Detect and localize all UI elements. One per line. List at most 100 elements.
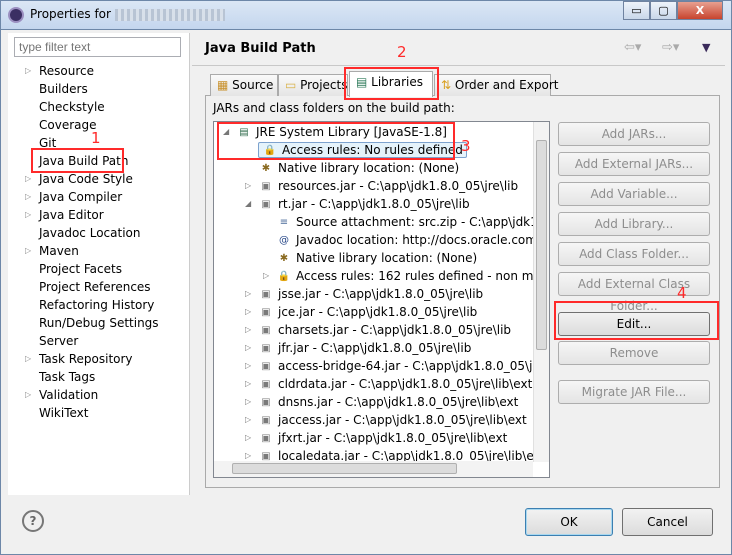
separator [192,65,725,66]
tree-row[interactable]: ▷ 🔒 Access rules: 162 rules defined - non … [263,267,549,285]
annotation-box-4 [554,301,719,340]
expand-icon[interactable]: ▷ [25,62,31,80]
tree-row[interactable]: ▷ ▣ access-bridge-64.jar - C:\app\jdk1.8.0… [245,357,549,375]
add-class-folder-button[interactable]: Add Class Folder... [558,242,710,266]
expand-icon[interactable]: ▷ [245,303,251,321]
expand-icon[interactable]: ▷ [245,411,251,429]
redacted-project-name [114,8,225,21]
remove-button[interactable]: Remove [558,341,710,365]
expand-icon[interactable]: ▷ [245,375,251,393]
nav-item[interactable]: Run/Debug Settings [39,314,159,332]
tree-row[interactable]: ▷ ▣ jfxrt.jar - C:\app\jdk1.8.0_05\jre\lib… [245,429,507,447]
expand-icon[interactable]: ▷ [25,188,31,206]
tree-row[interactable]: ◢ ▣ rt.jar - C:\app\jdk1.8.0_05\jre\lib [245,195,470,213]
tree-row[interactable]: ▷ ▣ cldrdata.jar - C:\app\jdk1.8.0_05\jre\… [245,375,532,393]
add-external-jars-button[interactable]: Add External JARs... [558,152,710,176]
nav-item-label: Validation [39,388,99,402]
forward-icon[interactable]: ⇨▾ [662,40,679,55]
nav-item[interactable]: ▷ Validation [25,386,99,404]
tree-row[interactable]: ✱ Native library location: (None) [276,249,477,267]
tree-row[interactable]: ▷ ▣ jaccess.jar - C:\app\jdk1.8.0_05\jre\l… [245,411,527,429]
close-button[interactable]: X [677,1,723,20]
nav-item[interactable]: Project References [39,278,151,296]
expand-icon[interactable]: ▷ [25,206,31,224]
expand-icon[interactable]: ▷ [245,429,251,447]
expand-icon[interactable]: ▷ [245,339,251,357]
filter-input[interactable] [14,37,181,57]
expand-icon[interactable]: ▷ [245,285,251,303]
tree-row[interactable]: ▷ ▣ charsets.jar - C:\app\jdk1.8.0_05\jre\… [245,321,511,339]
help-icon[interactable]: ? [22,510,44,532]
add-jars-button[interactable]: Add JARs... [558,122,710,146]
nav-item[interactable]: Javadoc Location [39,224,140,242]
horizontal-scrollbar[interactable] [214,461,533,477]
annotation-label-4: 4 [677,284,687,302]
add-external-class-folder-button[interactable]: Add External Class Folder... [558,272,710,313]
tab-label: Source [232,78,274,92]
nav-item-label: Project References [39,280,151,294]
nav-item-label: Refactoring History [39,298,155,312]
order-icon: ⇅ [441,78,455,92]
cancel-button[interactable]: Cancel [622,508,713,536]
expand-icon[interactable]: ▷ [245,357,251,375]
tab-label: Projects [300,78,348,92]
nav-item[interactable]: ▷ Java Editor [25,206,104,224]
nav-item-label: Server [39,334,79,348]
nav-item[interactable]: Task Tags [39,368,95,386]
nav-item[interactable]: Project Facets [39,260,122,278]
nav-item[interactable]: WikiText [39,404,89,422]
nav-item-label: Javadoc Location [39,226,141,240]
nav-item[interactable]: Server [39,332,78,350]
tree-row[interactable]: ▷ ▣ jsse.jar - C:\app\jdk1.8.0_05\jre\lib [245,285,483,303]
nav-item[interactable]: Coverage [39,116,97,134]
nav-item-label: Run/Debug Settings [39,316,159,330]
nav-item[interactable]: ▷ Task Repository [25,350,133,368]
nav-item[interactable]: Refactoring History [39,296,154,314]
nav-item[interactable]: ▷ Maven [25,242,79,260]
tab-order-export[interactable]: ⇅ Order and Export [434,74,558,96]
source-folder-icon: ▦ [217,78,233,92]
vertical-scrollbar[interactable] [533,122,549,462]
migrate-jar-file-button[interactable]: Migrate JAR File... [558,380,710,404]
expand-icon[interactable]: ▷ [245,321,251,339]
nav-item[interactable]: ▷ Java Compiler [25,188,122,206]
folder-icon: ▭ [285,78,301,92]
eclipse-icon [8,7,24,23]
native-library-icon: ✱ [261,162,271,174]
tree-row-label: Native library location: (None) [278,161,460,175]
nav-item-label: Builders [39,82,88,96]
nav-item[interactable]: Checkstyle [39,98,105,116]
minimize-button[interactable]: ▭ [623,1,650,20]
build-path-tree[interactable]: ◢ ▤ JRE System Library [JavaSE-1.8] 🔒 Access… [213,121,550,478]
expand-icon[interactable]: ▷ [245,177,251,195]
back-icon[interactable]: ⇦▾ [624,40,641,55]
expand-icon[interactable]: ▷ [263,267,269,285]
nav-item-label: Maven [39,244,79,258]
expand-icon[interactable]: ▷ [25,350,31,368]
view-menu-icon[interactable]: ▼ [702,41,710,54]
tree-row[interactable]: ≡ Source attachment: src.zip - C:\app\jdk… [276,213,549,231]
tree-row[interactable]: ▷ ▣ dnsns.jar - C:\app\jdk1.8.0_05\jre\lib… [245,393,518,411]
nav-item[interactable]: Builders [39,80,88,98]
nav-item-label: Project Facets [39,262,122,276]
expand-icon[interactable]: ▷ [25,386,31,404]
tree-row[interactable]: ✱ Native library location: (None) [258,159,459,177]
tree-row-label: rt.jar - C:\app\jdk1.8.0_05\jre\lib [278,197,470,211]
nav-item-label: Checkstyle [39,100,105,114]
tree-row[interactable]: ▷ ▣ resources.jar - C:\app\jdk1.8.0_05\jre… [245,177,518,195]
add-variable-button[interactable]: Add Variable... [558,182,710,206]
collapse-icon[interactable]: ◢ [245,195,251,213]
ok-button[interactable]: OK [525,508,613,536]
tree-row[interactable]: ▷ ▣ jce.jar - C:\app\jdk1.8.0_05\jre\lib [245,303,477,321]
nav-item[interactable]: ▷ Resource [25,62,94,80]
annotation-label-3: 3 [461,137,471,155]
tree-row[interactable]: ▷ ▣ jfr.jar - C:\app\jdk1.8.0_05\jre\lib [245,339,471,357]
jar-icon: ▣ [261,324,271,336]
expand-icon[interactable]: ▷ [245,393,251,411]
add-library-button[interactable]: Add Library... [558,212,710,236]
tab-projects[interactable]: ▭ Projects [278,74,348,96]
tree-row[interactable]: @ Javadoc location: http://docs.oracle.co… [276,231,549,249]
tab-source[interactable]: ▦ Source [210,74,278,96]
expand-icon[interactable]: ▷ [25,242,31,260]
maximize-button[interactable]: ▢ [650,1,677,20]
